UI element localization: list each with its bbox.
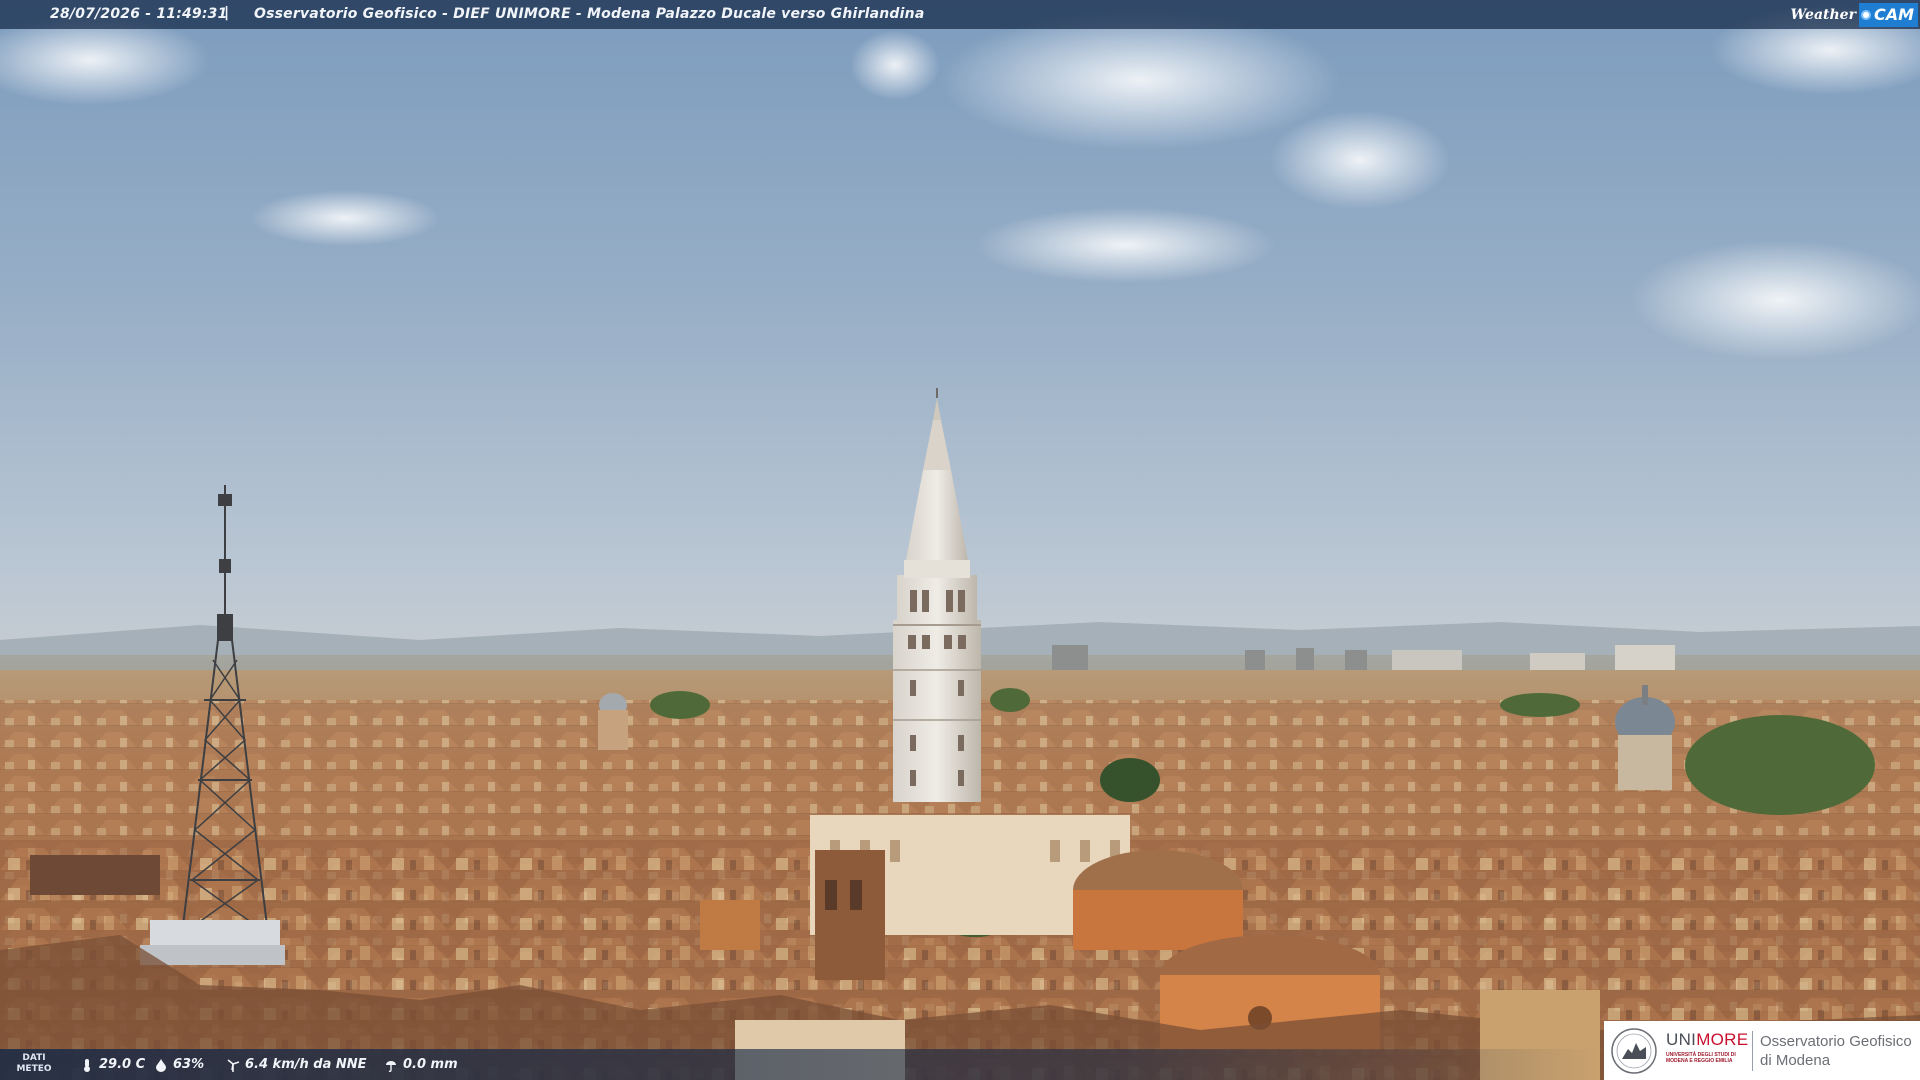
humidity-reading: 63% — [154, 1057, 204, 1072]
rain-icon — [386, 1060, 396, 1072]
observatory-line1: Osservatorio Geofisico — [1760, 1033, 1912, 1050]
camera-caption: Osservatorio Geofisico - DIEF UNIMORE - … — [254, 6, 925, 22]
brand-cam-box: CAM — [1858, 2, 1918, 27]
info-bar: 28/07/2026 - 11:49:31 | Osservatorio Geo… — [0, 0, 1920, 29]
unimore-wordmark: UNIMORE — [1666, 1030, 1748, 1050]
rain-reading: 0.0 mm — [384, 1057, 458, 1072]
meteo-label-line1: DATI — [22, 1053, 46, 1063]
logo-divider — [1752, 1031, 1753, 1071]
wind-turbine-icon — [227, 1058, 240, 1072]
observatory-name: Osservatorio Geofisico di Modena — [1760, 1032, 1912, 1070]
brand-weather-text: Weather — [1790, 6, 1856, 23]
observatory-line2: di Modena — [1760, 1052, 1831, 1069]
timestamp: 28/07/2026 - 11:49:31 — [50, 6, 228, 22]
webcam-photo — [0, 0, 1920, 1080]
meteo-label: DATI METEO — [14, 1053, 54, 1075]
wordmark-uni: UNI — [1666, 1030, 1697, 1049]
wordmark-more: MORE — [1696, 1030, 1749, 1049]
temperature-value: 29.0 C — [99, 1057, 146, 1072]
wind-value: 6.4 km/h da NNE — [245, 1057, 367, 1072]
humidity-drop-icon — [156, 1058, 166, 1072]
meteo-label-line2: METEO — [16, 1064, 52, 1074]
temperature-reading: 29.0 C — [80, 1057, 145, 1072]
humidity-value: 63% — [173, 1057, 205, 1072]
meteo-bar: DATI METEO 29.0 C 63% 6.4 km/h da NNE 0.… — [0, 1049, 1600, 1080]
university-subtitle: UNIVERSITÀ DEGLI STUDI DI MODENA E REGGI… — [1666, 1052, 1736, 1064]
thermometer-icon — [84, 1058, 90, 1072]
unimore-logo-panel: UNIMORE UNIVERSITÀ DEGLI STUDI DI MODENA… — [1604, 1021, 1920, 1080]
weathercam-logo: Weather CAM — [1790, 0, 1920, 29]
university-seal-icon — [1611, 1028, 1657, 1074]
separator: | — [224, 5, 230, 21]
wind-reading: 6.4 km/h da NNE — [226, 1057, 367, 1072]
brand-cam-text: CAM — [1873, 5, 1914, 24]
rain-value: 0.0 mm — [403, 1057, 458, 1072]
camera-lens-icon — [1860, 9, 1871, 20]
